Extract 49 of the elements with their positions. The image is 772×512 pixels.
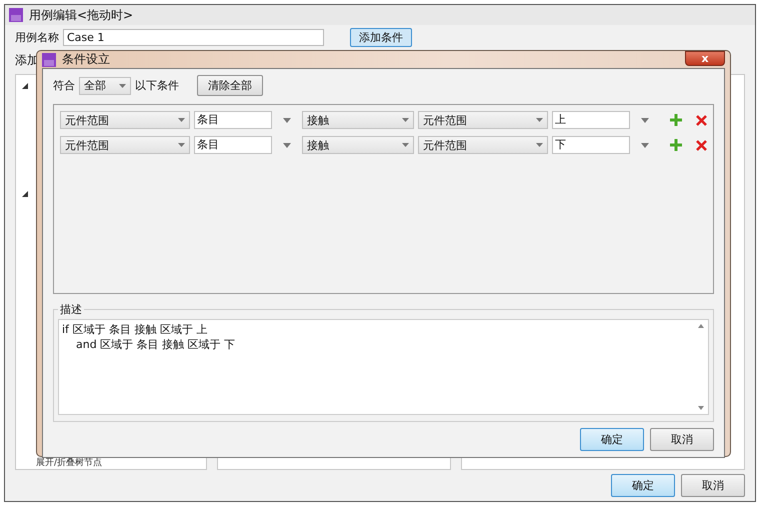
- add-condition-button[interactable]: 添加条件: [350, 28, 412, 47]
- dropdown-caret-icon[interactable]: [178, 143, 185, 147]
- dropdown-caret-icon[interactable]: [283, 118, 291, 122]
- condition-dropdown[interactable]: 接触: [302, 136, 414, 154]
- scroll-up-icon[interactable]: [698, 324, 704, 328]
- scroll-down-icon[interactable]: [698, 406, 704, 410]
- expand-icon[interactable]: [22, 191, 28, 197]
- case-name-field[interactable]: Case 1: [63, 29, 324, 46]
- cancel-button[interactable]: 取消: [650, 428, 714, 451]
- expand-icon[interactable]: [22, 83, 28, 89]
- match-label: 符合: [53, 78, 75, 93]
- clear-all-button[interactable]: 清除全部: [197, 75, 263, 96]
- app-logo-icon: [42, 52, 56, 66]
- delete-icon[interactable]: [696, 140, 707, 150]
- condition-dropdown[interactable]: 元件范围: [60, 136, 190, 154]
- description-label: 描述: [59, 302, 83, 317]
- description-line: if 区域于 条目 接触 区域于 上: [62, 322, 208, 337]
- dropdown-caret-icon[interactable]: [119, 84, 126, 88]
- description-box[interactable]: if 区域于 条目 接触 区域于 上 and 区域于 条目 接触 区域于 下: [58, 319, 709, 415]
- dropdown-caret-icon[interactable]: [402, 118, 409, 122]
- cancel-button[interactable]: 取消: [681, 474, 745, 497]
- dropdown-caret-icon[interactable]: [641, 118, 649, 122]
- condition-dropdown[interactable]: 元件范围: [60, 111, 190, 129]
- close-button[interactable]: x: [685, 51, 725, 66]
- condition-field[interactable]: 条目: [194, 111, 272, 129]
- add-icon[interactable]: [670, 114, 682, 126]
- condition-field[interactable]: 上: [552, 111, 630, 129]
- condition-field[interactable]: 下: [552, 136, 630, 154]
- condition-dropdown[interactable]: 元件范围: [418, 111, 548, 129]
- dialog-title: 条件设立: [62, 51, 110, 68]
- match-dropdown[interactable]: 全部: [79, 76, 131, 94]
- dropdown-caret-icon[interactable]: [402, 143, 409, 147]
- app-logo-icon: [9, 8, 23, 22]
- window-title: 用例编辑<拖动时>: [29, 6, 134, 24]
- dropdown-caret-icon[interactable]: [536, 143, 543, 147]
- dropdown-caret-icon[interactable]: [283, 142, 291, 148]
- description-line: and 区域于 条目 接触 区域于 下: [74, 337, 236, 352]
- case-name-label: 用例名称: [15, 30, 59, 45]
- match-suffix: 以下条件: [135, 78, 179, 93]
- ok-button[interactable]: 确定: [611, 474, 675, 497]
- add-icon[interactable]: [670, 139, 682, 151]
- condition-field[interactable]: 条目: [194, 136, 272, 154]
- dropdown-caret-icon[interactable]: [641, 142, 649, 148]
- condition-dropdown[interactable]: 接触: [302, 111, 414, 129]
- dropdown-caret-icon[interactable]: [536, 118, 543, 122]
- ok-button[interactable]: 确定: [580, 428, 644, 451]
- condition-dropdown[interactable]: 元件范围: [418, 136, 548, 154]
- delete-icon[interactable]: [696, 114, 707, 126]
- dropdown-caret-icon[interactable]: [178, 118, 185, 122]
